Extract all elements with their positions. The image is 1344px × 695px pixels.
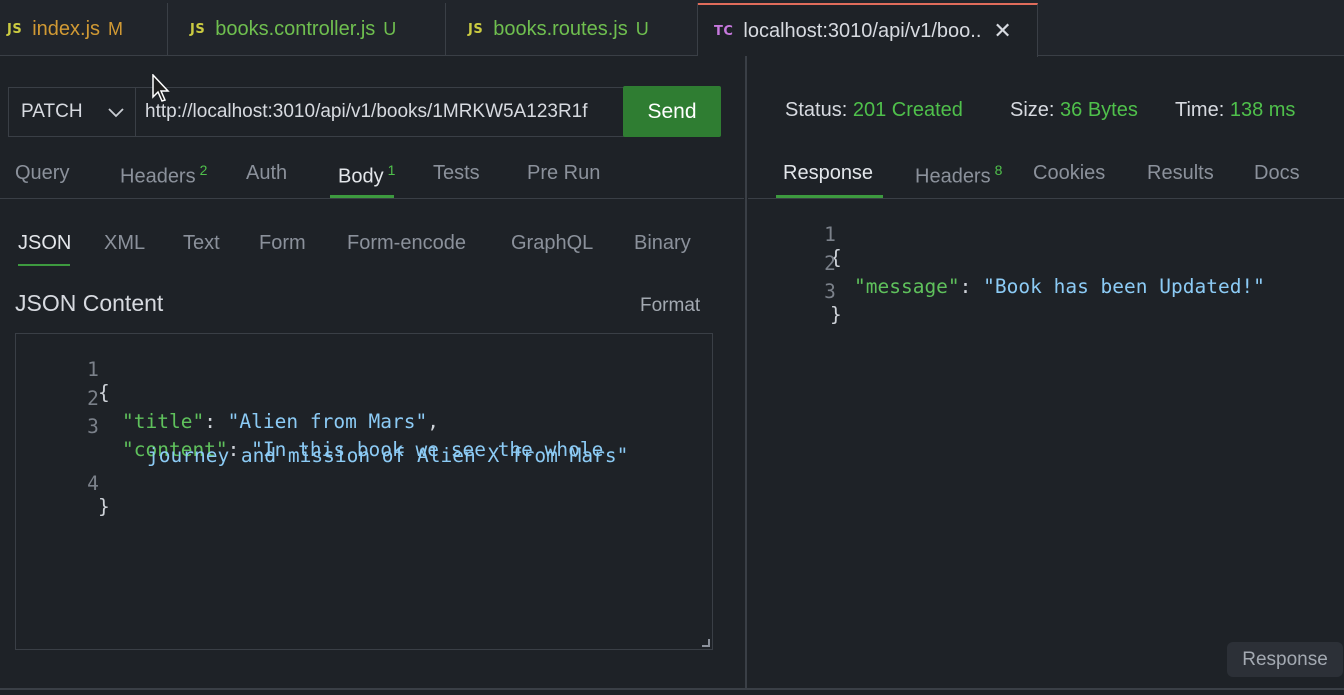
tab-label: Results (1147, 162, 1214, 184)
size-value: 36 Bytes (1060, 99, 1138, 121)
response-body: 1 { 2 "message": "Book has been Updated!… (748, 199, 1344, 326)
tab-label: Headers (915, 165, 991, 188)
tab-form[interactable]: Form (259, 232, 306, 255)
tab-label: Tests (433, 162, 480, 184)
code-line: 1 { (748, 200, 1344, 269)
status-info: Status: 201 Created (785, 99, 963, 122)
size-info: Size: 36 Bytes (1010, 99, 1138, 122)
tab-form-encode[interactable]: Form-encode (347, 232, 466, 255)
tab-graphql[interactable]: GraphQL (511, 232, 593, 255)
count-badge: 1 (387, 162, 396, 178)
tab-results[interactable]: Results (1147, 162, 1214, 185)
tab-auth[interactable]: Auth (246, 162, 287, 185)
git-status-badge: U (383, 19, 397, 39)
tab-cookies[interactable]: Cookies (1033, 162, 1105, 185)
tab-response-headers[interactable]: Headers 8 (915, 162, 1002, 189)
method-select[interactable]: PATCH (8, 87, 136, 137)
tab-thunder-client-request[interactable]: TC localhost:3010/api/v1/boo.. ✕ (698, 3, 1038, 57)
pane-divider[interactable] (745, 56, 747, 690)
tab-label: books.routes.js (493, 18, 628, 40)
tab-binary[interactable]: Binary (634, 232, 691, 255)
tab-label: Docs (1254, 162, 1300, 184)
tab-books-controller[interactable]: JS books.controller.js U (168, 3, 446, 56)
size-label: Size: (1010, 99, 1055, 121)
tab-json[interactable]: JSON (18, 232, 71, 255)
tab-label: books.controller.js (215, 18, 376, 40)
count-badge: 8 (994, 162, 1003, 178)
tab-tests[interactable]: Tests (433, 162, 480, 185)
editor-tab-bar: JS index.js M JS books.controller.js U J… (0, 0, 1344, 57)
code-line: 4 } (16, 449, 712, 518)
send-button[interactable]: Send (623, 86, 721, 137)
response-tabs: Response Headers 8 Cookies Results Docs (748, 150, 1344, 199)
close-icon[interactable]: ✕ (993, 20, 1011, 42)
tab-text[interactable]: Text (183, 232, 220, 255)
tab-query[interactable]: Query (15, 162, 69, 185)
status-bar-border (0, 688, 1344, 690)
thunder-client-icon: TC (714, 23, 734, 39)
tab-xml[interactable]: XML (104, 232, 145, 255)
tab-label: index.js (32, 18, 101, 40)
json-body-editor[interactable]: 1 { 2 "title": "Alien from Mars", 3 "con… (15, 333, 713, 650)
code-line: 1 { (16, 335, 712, 404)
time-label: Time: (1175, 99, 1225, 121)
line-number: 4 (87, 472, 99, 495)
tab-label: Query (15, 162, 70, 184)
body-type-tabs: JSON XML Text Form Form-encode GraphQL B… (0, 220, 744, 268)
json-content-label: JSON Content (15, 290, 164, 316)
tab-index-js[interactable]: JS index.js M (0, 3, 168, 56)
method-value: PATCH (21, 101, 83, 122)
tab-docs[interactable]: Docs (1254, 162, 1300, 185)
code-text: } (830, 303, 842, 326)
response-toggle-button[interactable]: Response (1227, 642, 1343, 677)
tab-label: Pre Run (527, 162, 601, 184)
url-value: http://localhost:3010/api/v1/books/1MRKW… (145, 101, 588, 122)
tab-label: Response (783, 162, 874, 184)
tab-label: Auth (246, 162, 288, 184)
git-status-badge: M (108, 19, 124, 39)
js-file-icon: JS (468, 22, 484, 37)
resize-handle[interactable] (702, 639, 710, 647)
active-tab-indicator (18, 264, 70, 266)
url-input[interactable]: http://localhost:3010/api/v1/books/1MRKW… (135, 87, 625, 137)
code-line: 2 "message": "Book has been Updated!" (748, 229, 1344, 298)
code-line-wrapped: journey and mission of Alien X from Mars… (16, 421, 712, 467)
tab-label: localhost:3010/api/v1/boo.. (743, 19, 982, 42)
count-badge: 2 (199, 162, 208, 178)
tab-response[interactable]: Response (783, 162, 873, 185)
status-value: 201 Created (852, 99, 963, 121)
git-status-badge: U (635, 19, 649, 39)
js-file-icon: JS (190, 22, 206, 37)
tab-body[interactable]: Body 1 (338, 162, 395, 189)
tab-books-routes[interactable]: JS books.routes.js U (446, 3, 698, 56)
time-info: Time: 138 ms (1175, 99, 1295, 122)
chevron-down-icon (108, 108, 124, 118)
code-line: 2 "title": "Alien from Mars", (16, 364, 712, 433)
tab-label: Body (338, 165, 384, 188)
tab-pre-run[interactable]: Pre Run (527, 162, 600, 185)
format-button[interactable]: Format (640, 295, 700, 317)
active-tab-indicator (330, 195, 394, 198)
tab-label: Headers (120, 165, 196, 188)
code-text: } (98, 495, 110, 518)
time-value: 138 ms (1229, 99, 1296, 121)
active-tab-indicator (776, 195, 883, 198)
js-file-icon: JS (7, 22, 23, 37)
tab-label: Cookies (1033, 162, 1106, 184)
status-label: Status: (785, 99, 848, 121)
code-line: 3 } (748, 257, 1344, 326)
line-number: 3 (824, 280, 836, 303)
mouse-pointer-icon (152, 74, 170, 102)
request-tabs: Query Headers 2 Auth Body 1 Tests Pre Run (0, 150, 744, 199)
code-line: 3 "content": "In this book we see the wh… (16, 392, 712, 461)
tab-headers[interactable]: Headers 2 (120, 162, 207, 189)
